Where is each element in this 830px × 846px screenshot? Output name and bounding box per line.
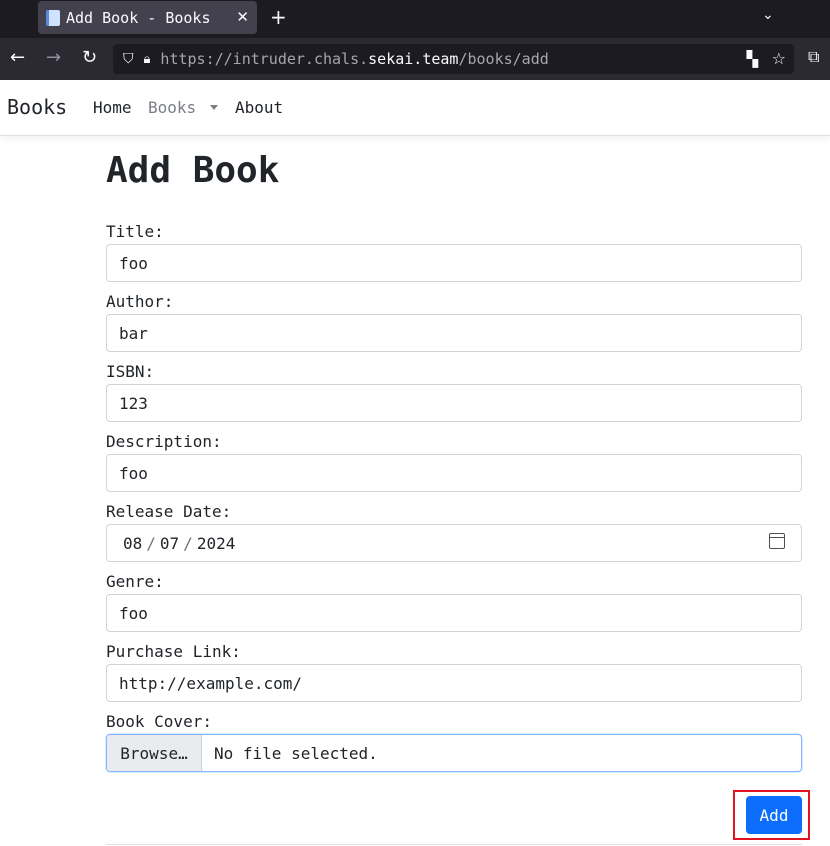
calendar-icon[interactable] (769, 533, 785, 549)
book-cover-file-input[interactable]: Browse… No file selected. (106, 734, 802, 772)
url-bar[interactable]: ⛉ 🔒︎ https://intruder.chals.sekai.team/b… (113, 44, 794, 74)
browse-button[interactable]: Browse… (107, 735, 202, 771)
date-separator: / (146, 533, 156, 553)
brand-link[interactable]: Books (7, 95, 67, 119)
url-scheme: https://intruder.chals. (160, 50, 369, 68)
title-label: Title: (106, 222, 164, 241)
author-input[interactable]: bar (106, 314, 802, 352)
divider (106, 844, 802, 845)
caret-down-icon[interactable] (210, 105, 218, 110)
chevron-down-icon[interactable]: ⌄ (762, 7, 774, 23)
title-input[interactable]: foo (106, 244, 802, 282)
book-favicon-icon (46, 9, 60, 26)
purchase-link-input[interactable]: http://example.com/ (106, 664, 802, 702)
nav-books-dropdown[interactable]: Books (148, 98, 196, 117)
back-icon[interactable]: ← (10, 47, 25, 68)
add-button[interactable]: Add (746, 796, 802, 834)
star-icon[interactable]: ☆ (772, 49, 786, 68)
browser-toolbar: ← → ↻ ⛉ 🔒︎ https://intruder.chals.sekai.… (0, 38, 830, 80)
description-input[interactable]: foo (106, 454, 802, 492)
nav-about[interactable]: About (235, 98, 283, 117)
lock-icon[interactable]: 🔒︎ (144, 52, 151, 67)
author-label: Author: (106, 292, 174, 311)
site-navbar: Books Home Books About (0, 80, 830, 136)
release-day[interactable]: 07 (160, 534, 179, 553)
reload-icon[interactable]: ↻ (82, 47, 97, 68)
new-tab-icon[interactable]: + (270, 5, 287, 29)
browser-tab-bar: Add Book - Books ✕ + ⌄ (0, 0, 830, 38)
tab-title: Add Book - Books (66, 8, 211, 27)
url-path: /books/add (458, 50, 549, 68)
genre-input[interactable]: foo (106, 594, 802, 632)
shield-icon[interactable]: ⛉ (123, 51, 134, 67)
url-host: sekai.team (368, 50, 459, 68)
isbn-label: ISBN: (106, 362, 155, 381)
release-year[interactable]: 2024 (197, 534, 236, 553)
forward-icon[interactable]: → (46, 47, 61, 68)
date-separator: / (183, 533, 193, 553)
browser-tab[interactable]: Add Book - Books ✕ (38, 1, 257, 34)
qr-code-icon[interactable]: ▚ (746, 50, 758, 68)
book-cover-label: Book Cover: (106, 712, 212, 731)
page-title: Add Book (106, 150, 280, 191)
purchase-link-label: Purchase Link: (106, 642, 241, 661)
release-date-input[interactable]: 08 / 07 / 2024 (106, 524, 802, 562)
extension-icon[interactable]: ⧉ (808, 47, 819, 67)
release-date-label: Release Date: (106, 502, 232, 521)
file-status: No file selected. (214, 743, 378, 763)
isbn-input[interactable]: 123 (106, 384, 802, 422)
genre-label: Genre: (106, 572, 164, 591)
description-label: Description: (106, 432, 222, 451)
nav-home[interactable]: Home (93, 98, 132, 117)
release-month[interactable]: 08 (123, 534, 142, 553)
close-icon[interactable]: ✕ (236, 8, 249, 26)
url-text[interactable]: https://intruder.chals.sekai.team/books/… (160, 50, 548, 68)
